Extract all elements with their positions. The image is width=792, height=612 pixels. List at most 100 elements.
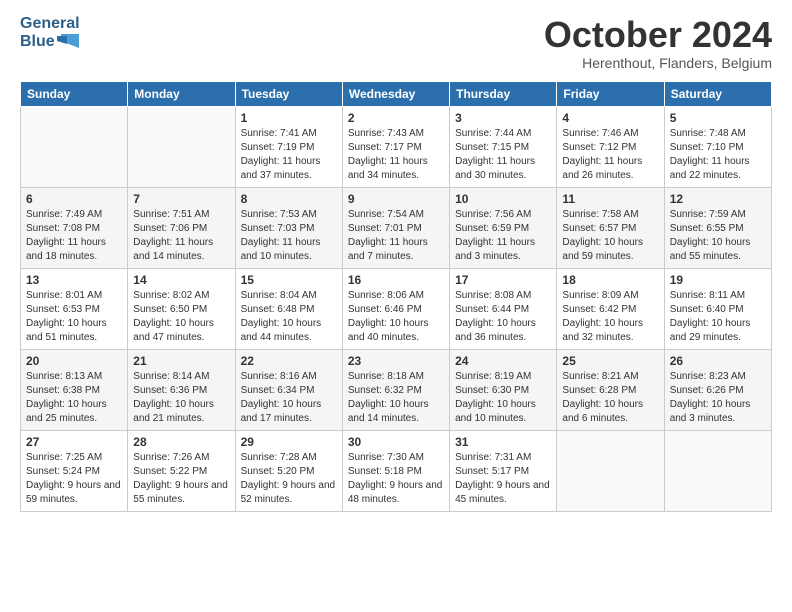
day-number: 26 — [670, 354, 766, 368]
day-cell: 16 Sunrise: 8:06 AMSunset: 6:46 PMDayligh… — [342, 268, 449, 349]
title-block: October 2024 Herenthout, Flanders, Belgi… — [544, 15, 772, 71]
day-info: Sunrise: 7:58 AMSunset: 6:57 PMDaylight:… — [562, 209, 643, 262]
day-number: 27 — [26, 435, 122, 449]
day-cell: 14 Sunrise: 8:02 AMSunset: 6:50 PMDayligh… — [128, 268, 235, 349]
day-info: Sunrise: 7:56 AMSunset: 6:59 PMDaylight:… — [455, 209, 535, 262]
day-number: 18 — [562, 273, 658, 287]
day-info: Sunrise: 8:16 AMSunset: 6:34 PMDaylight:… — [241, 371, 322, 424]
day-number: 24 — [455, 354, 551, 368]
col-sunday: Sunday — [21, 81, 128, 106]
day-cell: 15 Sunrise: 8:04 AMSunset: 6:48 PMDayligh… — [235, 268, 342, 349]
week-row-0: 1 Sunrise: 7:41 AMSunset: 7:19 PMDaylight… — [21, 106, 772, 187]
day-cell: 17Sunrise: 8:08 AMSunset: 6:44 PMDayligh… — [450, 268, 557, 349]
col-saturday: Saturday — [664, 81, 771, 106]
day-number: 31 — [455, 435, 551, 449]
day-info: Sunrise: 8:19 AMSunset: 6:30 PMDaylight:… — [455, 371, 536, 424]
day-cell: 23 Sunrise: 8:18 AMSunset: 6:32 PMDayligh… — [342, 349, 449, 430]
day-cell: 26 Sunrise: 8:23 AMSunset: 6:26 PMDayligh… — [664, 349, 771, 430]
day-cell: 11 Sunrise: 7:58 AMSunset: 6:57 PMDayligh… — [557, 187, 664, 268]
day-number: 14 — [133, 273, 229, 287]
day-info: Sunrise: 7:46 AMSunset: 7:12 PMDaylight:… — [562, 128, 642, 181]
calendar-table: Sunday Monday Tuesday Wednesday Thursday… — [20, 81, 772, 512]
day-number: 13 — [26, 273, 122, 287]
day-info: Sunrise: 7:54 AMSunset: 7:01 PMDaylight:… — [348, 209, 428, 262]
day-info: Sunrise: 8:21 AMSunset: 6:28 PMDaylight:… — [562, 371, 643, 424]
day-number: 17 — [455, 273, 551, 287]
day-info: Sunrise: 7:28 AMSunset: 5:20 PMDaylight:… — [241, 452, 336, 505]
month-title: October 2024 — [544, 15, 772, 55]
day-cell: 7Sunrise: 7:51 AMSunset: 7:06 PMDaylight… — [128, 187, 235, 268]
day-cell: 18 Sunrise: 8:09 AMSunset: 6:42 PMDayligh… — [557, 268, 664, 349]
day-cell: 24 Sunrise: 8:19 AMSunset: 6:30 PMDayligh… — [450, 349, 557, 430]
header-row: Sunday Monday Tuesday Wednesday Thursday… — [21, 81, 772, 106]
day-cell: 20 Sunrise: 8:13 AMSunset: 6:38 PMDayligh… — [21, 349, 128, 430]
day-number: 20 — [26, 354, 122, 368]
day-cell: 9 Sunrise: 7:54 AMSunset: 7:01 PMDaylight… — [342, 187, 449, 268]
col-tuesday: Tuesday — [235, 81, 342, 106]
day-cell: 13 Sunrise: 8:01 AMSunset: 6:53 PMDayligh… — [21, 268, 128, 349]
day-number: 22 — [241, 354, 337, 368]
day-cell: 4 Sunrise: 7:46 AMSunset: 7:12 PMDaylight… — [557, 106, 664, 187]
col-thursday: Thursday — [450, 81, 557, 106]
calendar-page: General Blue October 2024 Herenthout, Fl… — [0, 0, 792, 527]
week-row-4: 27 Sunrise: 7:25 AMSunset: 5:24 PMDayligh… — [21, 430, 772, 511]
day-cell: 5Sunrise: 7:48 AMSunset: 7:10 PMDaylight… — [664, 106, 771, 187]
day-cell: 10 Sunrise: 7:56 AMSunset: 6:59 PMDayligh… — [450, 187, 557, 268]
day-info: Sunrise: 7:43 AMSunset: 7:17 PMDaylight:… — [348, 128, 428, 181]
day-cell: 28 Sunrise: 7:26 AMSunset: 5:22 PMDayligh… — [128, 430, 235, 511]
col-wednesday: Wednesday — [342, 81, 449, 106]
day-info: Sunrise: 7:26 AMSunset: 5:22 PMDaylight:… — [133, 452, 228, 505]
day-number: 4 — [562, 111, 658, 125]
day-number: 3 — [455, 111, 551, 125]
day-info: Sunrise: 7:53 AMSunset: 7:03 PMDaylight:… — [241, 209, 321, 262]
day-number: 7 — [133, 192, 229, 206]
day-info: Sunrise: 8:18 AMSunset: 6:32 PMDaylight:… — [348, 371, 429, 424]
day-number: 10 — [455, 192, 551, 206]
day-info: Sunrise: 8:14 AMSunset: 6:36 PMDaylight:… — [133, 371, 214, 424]
day-cell: 1 Sunrise: 7:41 AMSunset: 7:19 PMDaylight… — [235, 106, 342, 187]
day-number: 15 — [241, 273, 337, 287]
day-info: Sunrise: 7:30 AMSunset: 5:18 PMDaylight:… — [348, 452, 443, 505]
day-cell: 27 Sunrise: 7:25 AMSunset: 5:24 PMDayligh… — [21, 430, 128, 511]
day-number: 23 — [348, 354, 444, 368]
day-number: 30 — [348, 435, 444, 449]
day-info: Sunrise: 8:11 AMSunset: 6:40 PMDaylight:… — [670, 290, 751, 343]
day-cell: 3Sunrise: 7:44 AMSunset: 7:15 PMDaylight… — [450, 106, 557, 187]
day-info: Sunrise: 8:23 AMSunset: 6:26 PMDaylight:… — [670, 371, 751, 424]
day-cell — [557, 430, 664, 511]
day-cell: 22 Sunrise: 8:16 AMSunset: 6:34 PMDayligh… — [235, 349, 342, 430]
day-cell: 29 Sunrise: 7:28 AMSunset: 5:20 PMDayligh… — [235, 430, 342, 511]
day-info: Sunrise: 7:31 AMSunset: 5:17 PMDaylight:… — [455, 452, 550, 505]
day-info: Sunrise: 8:04 AMSunset: 6:48 PMDaylight:… — [241, 290, 322, 343]
day-number: 1 — [241, 111, 337, 125]
day-info: Sunrise: 8:01 AMSunset: 6:53 PMDaylight:… — [26, 290, 107, 343]
week-row-2: 13 Sunrise: 8:01 AMSunset: 6:53 PMDayligh… — [21, 268, 772, 349]
logo: General Blue — [20, 15, 80, 50]
day-number: 25 — [562, 354, 658, 368]
day-number: 21 — [133, 354, 229, 368]
day-number: 16 — [348, 273, 444, 287]
col-friday: Friday — [557, 81, 664, 106]
day-number: 11 — [562, 192, 658, 206]
day-info: Sunrise: 7:25 AMSunset: 5:24 PMDaylight:… — [26, 452, 121, 505]
day-info: Sunrise: 7:41 AMSunset: 7:19 PMDaylight:… — [241, 128, 321, 181]
day-cell: 6Sunrise: 7:49 AMSunset: 7:08 PMDaylight… — [21, 187, 128, 268]
week-row-1: 6Sunrise: 7:49 AMSunset: 7:08 PMDaylight… — [21, 187, 772, 268]
day-number: 29 — [241, 435, 337, 449]
day-cell: 25 Sunrise: 8:21 AMSunset: 6:28 PMDayligh… — [557, 349, 664, 430]
day-info: Sunrise: 8:02 AMSunset: 6:50 PMDaylight:… — [133, 290, 214, 343]
day-number: 8 — [241, 192, 337, 206]
day-cell — [21, 106, 128, 187]
location: Herenthout, Flanders, Belgium — [544, 55, 772, 71]
day-info: Sunrise: 8:09 AMSunset: 6:42 PMDaylight:… — [562, 290, 643, 343]
col-monday: Monday — [128, 81, 235, 106]
header: General Blue October 2024 Herenthout, Fl… — [20, 15, 772, 71]
day-number: 9 — [348, 192, 444, 206]
day-cell: 21 Sunrise: 8:14 AMSunset: 6:36 PMDayligh… — [128, 349, 235, 430]
day-cell: 30 Sunrise: 7:30 AMSunset: 5:18 PMDayligh… — [342, 430, 449, 511]
day-info: Sunrise: 8:13 AMSunset: 6:38 PMDaylight:… — [26, 371, 107, 424]
day-number: 28 — [133, 435, 229, 449]
day-number: 5 — [670, 111, 766, 125]
day-cell: 2Sunrise: 7:43 AMSunset: 7:17 PMDaylight… — [342, 106, 449, 187]
day-info: Sunrise: 8:06 AMSunset: 6:46 PMDaylight:… — [348, 290, 429, 343]
